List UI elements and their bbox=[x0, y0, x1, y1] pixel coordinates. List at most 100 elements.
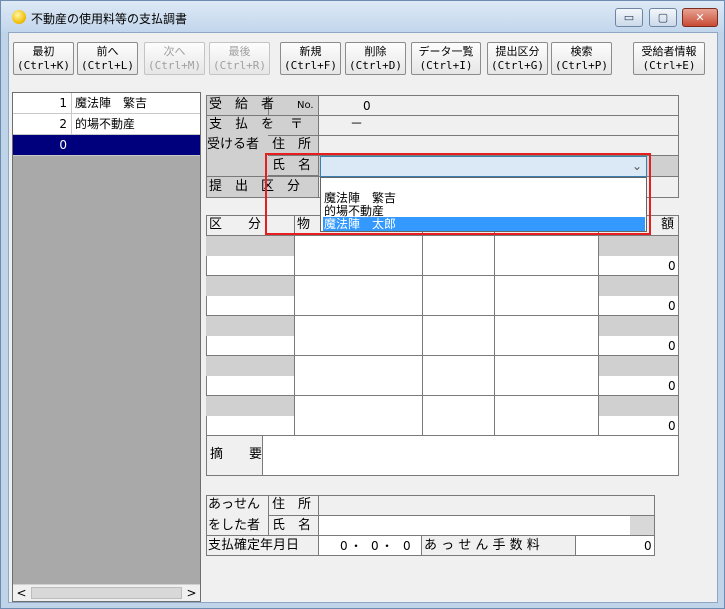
table-row[interactable] bbox=[206, 316, 294, 336]
close-icon: ✕ bbox=[695, 11, 705, 24]
maximize-button[interactable]: ▢ bbox=[649, 8, 677, 27]
agent-label: あっせん bbox=[208, 497, 261, 512]
last-button-shortcut: (Ctrl+R) bbox=[213, 59, 266, 72]
col-category-label: 区 分 bbox=[209, 217, 262, 232]
app-icon bbox=[12, 10, 26, 24]
no-value-cell bbox=[318, 95, 679, 116]
window-title: 不動産の使用料等の支払調書 bbox=[31, 12, 188, 26]
agent-address-label: 住 所 bbox=[272, 497, 312, 512]
data-list-button-shortcut: (Ctrl+I) bbox=[419, 59, 473, 72]
table-row[interactable] bbox=[598, 396, 678, 416]
search-button[interactable]: 検索 (Ctrl+P) bbox=[551, 42, 612, 75]
next-button-shortcut: (Ctrl+M) bbox=[148, 59, 201, 72]
table-row[interactable] bbox=[598, 236, 678, 256]
row-amount: 0 bbox=[668, 299, 676, 313]
agent-name-side bbox=[630, 516, 654, 535]
table-row[interactable] bbox=[598, 356, 678, 376]
date-year: 0 bbox=[340, 539, 348, 553]
summary-label: 摘 要 bbox=[210, 447, 263, 462]
next-button[interactable]: 次へ (Ctrl+M) bbox=[144, 42, 205, 75]
date-month: 0 bbox=[371, 539, 379, 553]
submit-category-button-label: 提出区分 bbox=[495, 45, 540, 58]
toolbar: 最初 (Ctrl+K) 前へ (Ctrl+L) 次へ (Ctrl+M) 最後 (… bbox=[9, 33, 717, 83]
summary-input[interactable] bbox=[264, 436, 678, 475]
table-row[interactable] bbox=[206, 356, 294, 376]
col-amount-label: 額 bbox=[661, 217, 675, 232]
first-button-shortcut: (Ctrl+K) bbox=[17, 59, 70, 72]
first-button[interactable]: 最初 (Ctrl+K) bbox=[13, 42, 74, 75]
title-bar[interactable]: 不動産の使用料等の支払調書 ▭ ▢ ✕ bbox=[1, 1, 724, 32]
no-value: 0 bbox=[363, 99, 371, 113]
first-button-label: 最初 bbox=[32, 45, 55, 58]
table-row[interactable] bbox=[598, 276, 678, 296]
table-row[interactable] bbox=[598, 316, 678, 336]
list-item[interactable]: 1 魔法陣 繁吉 bbox=[13, 93, 200, 114]
close-button[interactable]: ✕ bbox=[682, 8, 718, 27]
agent-label-2: をした者 bbox=[208, 518, 261, 533]
data-list-button-label: データ一覧 bbox=[418, 45, 474, 58]
next-button-label: 次へ bbox=[163, 45, 186, 58]
agent-name-label: 氏 名 bbox=[272, 518, 312, 533]
column-divider bbox=[422, 215, 423, 436]
search-button-shortcut: (Ctrl+P) bbox=[555, 59, 608, 72]
horizontal-scrollbar[interactable]: < > bbox=[13, 584, 200, 601]
list-item-name: 魔法陣 繁吉 bbox=[75, 96, 148, 110]
row-amount: 0 bbox=[668, 419, 676, 433]
table-row[interactable] bbox=[206, 276, 294, 296]
fee-input[interactable] bbox=[575, 535, 655, 556]
delete-button-label: 削除 bbox=[364, 45, 387, 58]
postal-input[interactable] bbox=[318, 115, 679, 136]
last-button[interactable]: 最後 (Ctrl+R) bbox=[209, 42, 270, 75]
new-button-label: 新規 bbox=[299, 45, 322, 58]
postal-mark: 〒 bbox=[290, 117, 304, 132]
delete-button-shortcut: (Ctrl+D) bbox=[349, 59, 402, 72]
no-label: No. bbox=[297, 100, 314, 111]
row-amount: 0 bbox=[668, 259, 676, 273]
minimize-button[interactable]: ▭ bbox=[615, 8, 643, 27]
date-day: 0 bbox=[403, 539, 411, 553]
scroll-left-icon[interactable]: < bbox=[13, 585, 30, 601]
list-item[interactable]: 0 bbox=[13, 135, 200, 156]
highlight-outline bbox=[265, 153, 651, 235]
data-list-button[interactable]: データ一覧 (Ctrl+I) bbox=[411, 42, 481, 75]
row-amount: 0 bbox=[668, 339, 676, 353]
submit-category-button[interactable]: 提出区分 (Ctrl+G) bbox=[487, 42, 548, 75]
recipient-info-button[interactable]: 受給者情報 (Ctrl+E) bbox=[633, 42, 705, 75]
recipient-info-button-shortcut: (Ctrl+E) bbox=[642, 59, 696, 72]
postal-value: － bbox=[350, 117, 364, 132]
list-item-name: 的場不動産 bbox=[75, 117, 136, 131]
address-label: 住 所 bbox=[272, 137, 312, 152]
table-row[interactable] bbox=[206, 396, 294, 416]
column-divider bbox=[598, 215, 599, 436]
list-item-number: 2 bbox=[13, 114, 72, 134]
last-button-label: 最後 bbox=[228, 45, 251, 58]
delete-button[interactable]: 削除 (Ctrl+D) bbox=[345, 42, 406, 75]
fee-value: 0 bbox=[644, 539, 652, 553]
recipient-label: 受 給 者 bbox=[209, 97, 275, 112]
scroll-thumb[interactable] bbox=[31, 587, 182, 599]
submit-category-button-shortcut: (Ctrl+G) bbox=[491, 59, 544, 72]
list-item[interactable]: 2 的場不動産 bbox=[13, 114, 200, 135]
new-button[interactable]: 新規 (Ctrl+F) bbox=[280, 42, 341, 75]
recipient-list: 1 魔法陣 繁吉 2 的場不動産 0 < > bbox=[12, 92, 201, 602]
search-button-label: 検索 bbox=[570, 45, 593, 58]
prev-button-shortcut: (Ctrl+L) bbox=[81, 59, 134, 72]
minimize-icon: ▭ bbox=[623, 11, 635, 24]
agent-address-input[interactable] bbox=[318, 495, 655, 516]
prev-button[interactable]: 前へ (Ctrl+L) bbox=[77, 42, 138, 75]
prev-button-label: 前へ bbox=[96, 45, 119, 58]
column-divider bbox=[494, 215, 495, 436]
agent-name-input[interactable] bbox=[318, 515, 655, 536]
scroll-right-icon[interactable]: > bbox=[183, 585, 200, 601]
table-row[interactable] bbox=[206, 236, 294, 256]
new-button-shortcut: (Ctrl+F) bbox=[284, 59, 337, 72]
recipient-info-button-label: 受給者情報 bbox=[641, 45, 697, 58]
date-sep: ・ bbox=[381, 539, 394, 553]
date-label: 支払確定年月日 bbox=[208, 538, 300, 553]
receiver-label: 受ける者 bbox=[207, 137, 260, 152]
column-divider bbox=[294, 215, 295, 436]
maximize-icon: ▢ bbox=[657, 11, 669, 24]
fee-label: あ っ せ ん 手 数 料 bbox=[424, 538, 540, 553]
payment-label: 支 払 を bbox=[209, 117, 275, 132]
app-window: 不動産の使用料等の支払調書 ▭ ▢ ✕ 最初 (Ctrl+K) 前へ (Ctrl… bbox=[0, 0, 725, 609]
